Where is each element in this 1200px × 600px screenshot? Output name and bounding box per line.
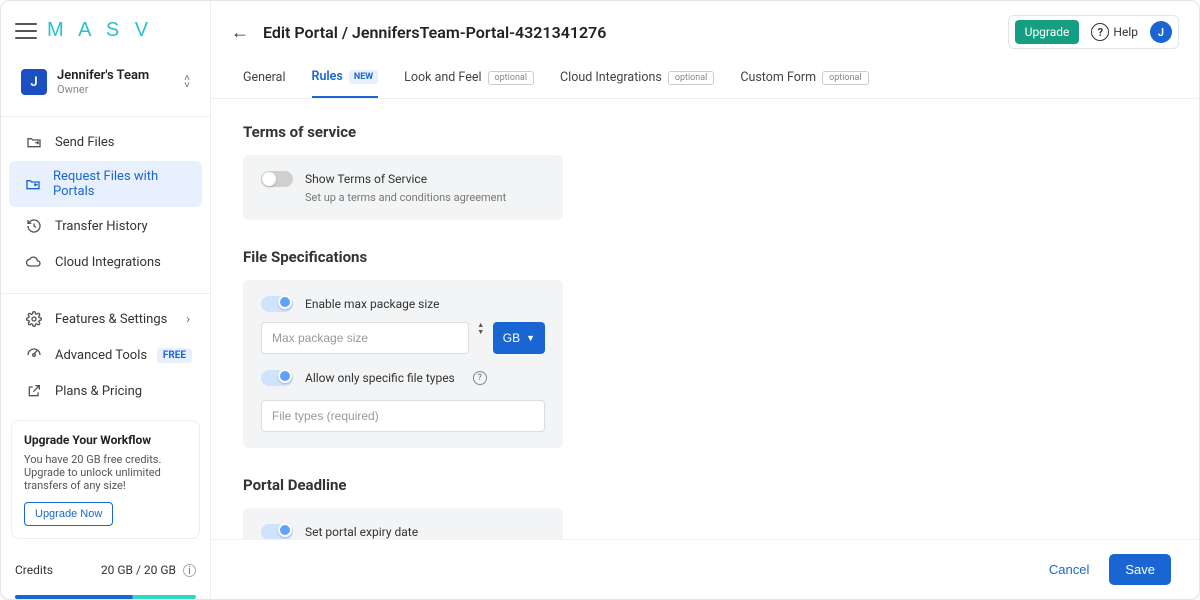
deadline-label: Set portal expiry date (305, 525, 418, 539)
team-name: Jennifer's Team (57, 68, 149, 83)
stepper-down-icon[interactable]: ▼ (475, 329, 487, 336)
content: Terms of service Show Terms of Service S… (211, 99, 1199, 599)
tab-label: Custom Form (740, 70, 816, 85)
sidebar-item-cloud-integrations[interactable]: Cloud Integrations (9, 245, 202, 279)
unit-label: GB (503, 331, 520, 345)
tos-card: Show Terms of Service Set up a terms and… (243, 155, 563, 220)
sidebar-item-send-files[interactable]: Send Files (9, 125, 202, 159)
tab-label: General (243, 70, 286, 85)
gauge-icon (25, 346, 43, 364)
hamburger-icon[interactable] (15, 23, 37, 39)
folder-send-icon (25, 133, 43, 151)
help-label: Help (1113, 25, 1138, 39)
tab-cloud-integrations[interactable]: Cloud Integrations optional (560, 69, 714, 98)
team-info: Jennifer's Team Owner (57, 68, 149, 96)
max-size-label: Enable max package size (305, 297, 440, 311)
upgrade-button[interactable]: Upgrade (1015, 20, 1080, 44)
section-title-tos: Terms of service (243, 123, 1167, 141)
credits-value: 20 GB / 20 GB (101, 563, 176, 577)
nav-label: Send Files (55, 135, 114, 150)
section-title-deadline: Portal Deadline (243, 476, 1167, 494)
updown-chevron-icon[interactable]: ˄˅ (184, 75, 190, 89)
optional-badge: optional (488, 71, 535, 85)
tabs: General Rules NEW Look and Feel optional… (211, 55, 1199, 99)
upgrade-card: Upgrade Your Workflow You have 20 GB fre… (11, 420, 200, 539)
max-size-toggle[interactable] (261, 296, 293, 312)
team-switcher[interactable]: J Jennifer's Team Owner ˄˅ (11, 60, 200, 104)
nav-section-settings: Features & Settings › Advanced Tools FRE… (1, 293, 210, 416)
main: ← Edit Portal / JennifersTeam-Portal-432… (211, 1, 1199, 599)
tab-look-and-feel[interactable]: Look and Feel optional (404, 69, 534, 98)
new-badge: NEW (349, 70, 378, 84)
credits-row: Credits 20 GB / 20 GB i (1, 555, 210, 591)
file-types-input[interactable] (261, 400, 545, 432)
back-arrow-icon[interactable]: ← (231, 22, 249, 43)
credits-label: Credits (15, 563, 53, 577)
optional-badge: optional (822, 71, 869, 85)
deadline-toggle[interactable] (261, 524, 293, 540)
nav-section-main: Send Files Request Files with Portals Tr… (1, 116, 210, 287)
caret-down-icon: ▼ (526, 333, 535, 343)
tab-label: Look and Feel (404, 70, 481, 85)
upgrade-now-button[interactable]: Upgrade Now (24, 502, 113, 526)
optional-badge: optional (668, 71, 715, 85)
tab-label: Cloud Integrations (560, 70, 662, 85)
nav-label: Advanced Tools (55, 348, 147, 363)
nav-label: Plans & Pricing (55, 384, 142, 399)
tos-toggle[interactable] (261, 171, 293, 187)
stepper[interactable]: ▲▼ (475, 322, 487, 354)
history-icon (25, 217, 43, 235)
folder-request-icon (25, 175, 41, 193)
unit-dropdown[interactable]: GB ▼ (493, 322, 545, 354)
sidebar-item-features-settings[interactable]: Features & Settings › (9, 302, 202, 336)
free-badge: FREE (157, 348, 192, 363)
tab-custom-form[interactable]: Custom Form optional (740, 69, 868, 98)
section-title-filespec: File Specifications (243, 248, 1167, 266)
tab-label: Rules (312, 69, 343, 84)
topbar: ← Edit Portal / JennifersTeam-Portal-432… (211, 1, 1199, 55)
cloud-icon (25, 253, 43, 271)
tos-toggle-label: Show Terms of Service (305, 172, 427, 186)
topbar-right: Upgrade ? Help J (1008, 15, 1179, 49)
credits-progress-bar (15, 595, 196, 599)
sidebar-item-advanced-tools[interactable]: Advanced Tools FREE (9, 338, 202, 372)
upgrade-card-title: Upgrade Your Workflow (24, 433, 187, 447)
file-types-label: Allow only specific file types (305, 371, 455, 385)
tab-rules[interactable]: Rules NEW (312, 69, 379, 98)
team-avatar: J (21, 69, 47, 95)
help-button[interactable]: ? Help (1087, 20, 1142, 44)
cancel-button[interactable]: Cancel (1049, 554, 1089, 585)
info-icon[interactable]: i (183, 564, 196, 577)
app-frame: M A S V J Jennifer's Team Owner ˄˅ Send … (0, 0, 1200, 600)
nav-label: Features & Settings (55, 312, 167, 327)
sidebar-item-transfer-history[interactable]: Transfer History (9, 209, 202, 243)
tos-sub: Set up a terms and conditions agreement (305, 191, 545, 204)
sidebar: M A S V J Jennifer's Team Owner ˄˅ Send … (1, 1, 211, 599)
file-types-toggle[interactable] (261, 370, 293, 386)
sidebar-item-plans-pricing[interactable]: Plans & Pricing (9, 374, 202, 408)
page-title: Edit Portal / JennifersTeam-Portal-43213… (263, 23, 606, 42)
save-button[interactable]: Save (1109, 554, 1171, 585)
external-link-icon (25, 382, 43, 400)
nav-label: Cloud Integrations (55, 255, 161, 270)
sidebar-item-request-portals[interactable]: Request Files with Portals (9, 161, 202, 207)
chevron-right-icon: › (186, 312, 190, 326)
nav-label: Transfer History (55, 219, 148, 234)
tab-general[interactable]: General (243, 69, 286, 98)
max-package-size-input[interactable] (261, 322, 469, 354)
nav-label: Request Files with Portals (53, 169, 186, 199)
help-icon: ? (1091, 23, 1109, 41)
gear-icon (25, 310, 43, 328)
logo: M A S V (47, 19, 153, 42)
user-avatar[interactable]: J (1150, 21, 1172, 43)
footer: Cancel Save (211, 539, 1199, 599)
team-role: Owner (57, 83, 149, 96)
upgrade-card-body: You have 20 GB free credits. Upgrade to … (24, 453, 187, 492)
help-tooltip-icon[interactable]: ? (473, 371, 487, 385)
filespec-card: Enable max package size ▲▼ GB ▼ Allow on… (243, 280, 563, 448)
sidebar-top: M A S V (1, 11, 210, 52)
